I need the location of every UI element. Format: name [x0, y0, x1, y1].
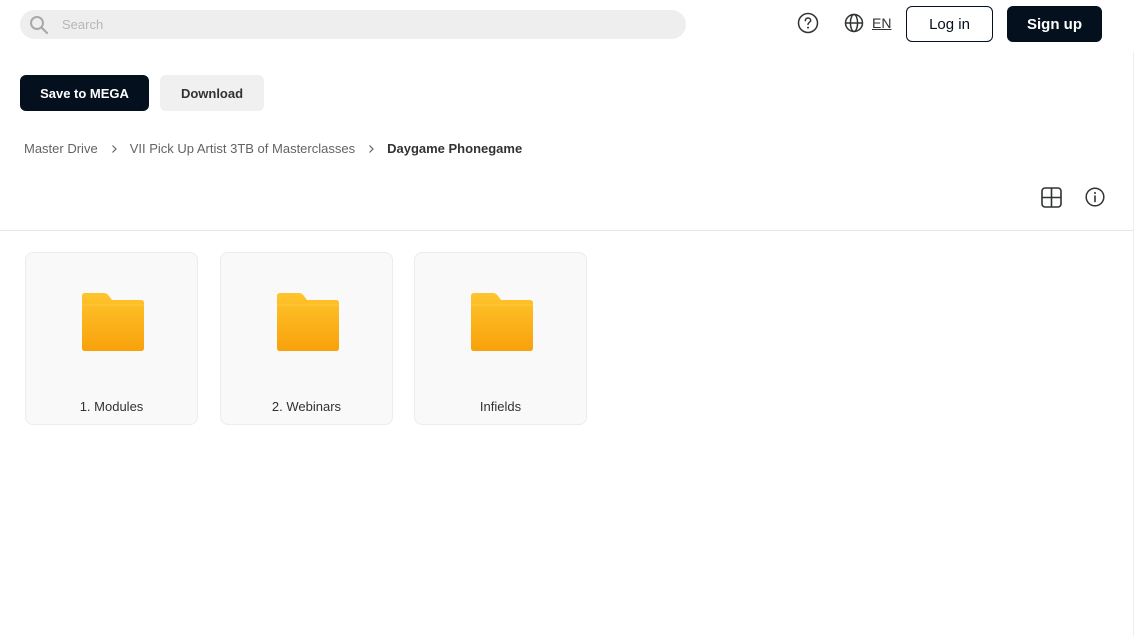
- header-divider: [0, 230, 1134, 231]
- save-to-mega-button[interactable]: Save to MEGA: [20, 75, 149, 111]
- folder-tile[interactable]: Infields: [414, 252, 587, 425]
- chevron-right-icon: [369, 144, 374, 153]
- folder-icon: [471, 293, 533, 351]
- folder-name: Infields: [479, 399, 522, 414]
- chevron-right-icon: [111, 144, 117, 153]
- globe-icon: [844, 13, 864, 33]
- signup-button[interactable]: Sign up: [1007, 6, 1102, 42]
- search-input[interactable]: [62, 10, 662, 39]
- language-label[interactable]: EN: [872, 15, 891, 31]
- search-icon: [30, 16, 49, 35]
- language-selector[interactable]: EN: [844, 12, 891, 34]
- folder-name: 2. Webinars: [271, 399, 342, 414]
- breadcrumb-item-master-drive[interactable]: Master Drive: [24, 141, 98, 156]
- folder-icon: [277, 293, 339, 351]
- breadcrumb-item-current: Daygame Phonegame: [387, 141, 523, 156]
- folder-icon: [82, 293, 144, 351]
- breadcrumb: Master Drive VII Pick Up Artist 3TB of M…: [24, 141, 522, 156]
- download-button[interactable]: Download: [160, 75, 264, 111]
- breadcrumb-item-masterclasses[interactable]: VII Pick Up Artist 3TB of Masterclasses: [130, 141, 355, 156]
- folder-name: 1. Modules: [79, 399, 144, 414]
- login-button[interactable]: Log in: [906, 6, 993, 42]
- grid-view-icon[interactable]: [1041, 187, 1062, 208]
- folder-tile[interactable]: 1. Modules: [25, 252, 198, 425]
- info-icon[interactable]: [1085, 187, 1105, 207]
- search-bar[interactable]: [20, 10, 686, 39]
- question-circle-icon[interactable]: [797, 12, 819, 34]
- folder-tile[interactable]: 2. Webinars: [220, 252, 393, 425]
